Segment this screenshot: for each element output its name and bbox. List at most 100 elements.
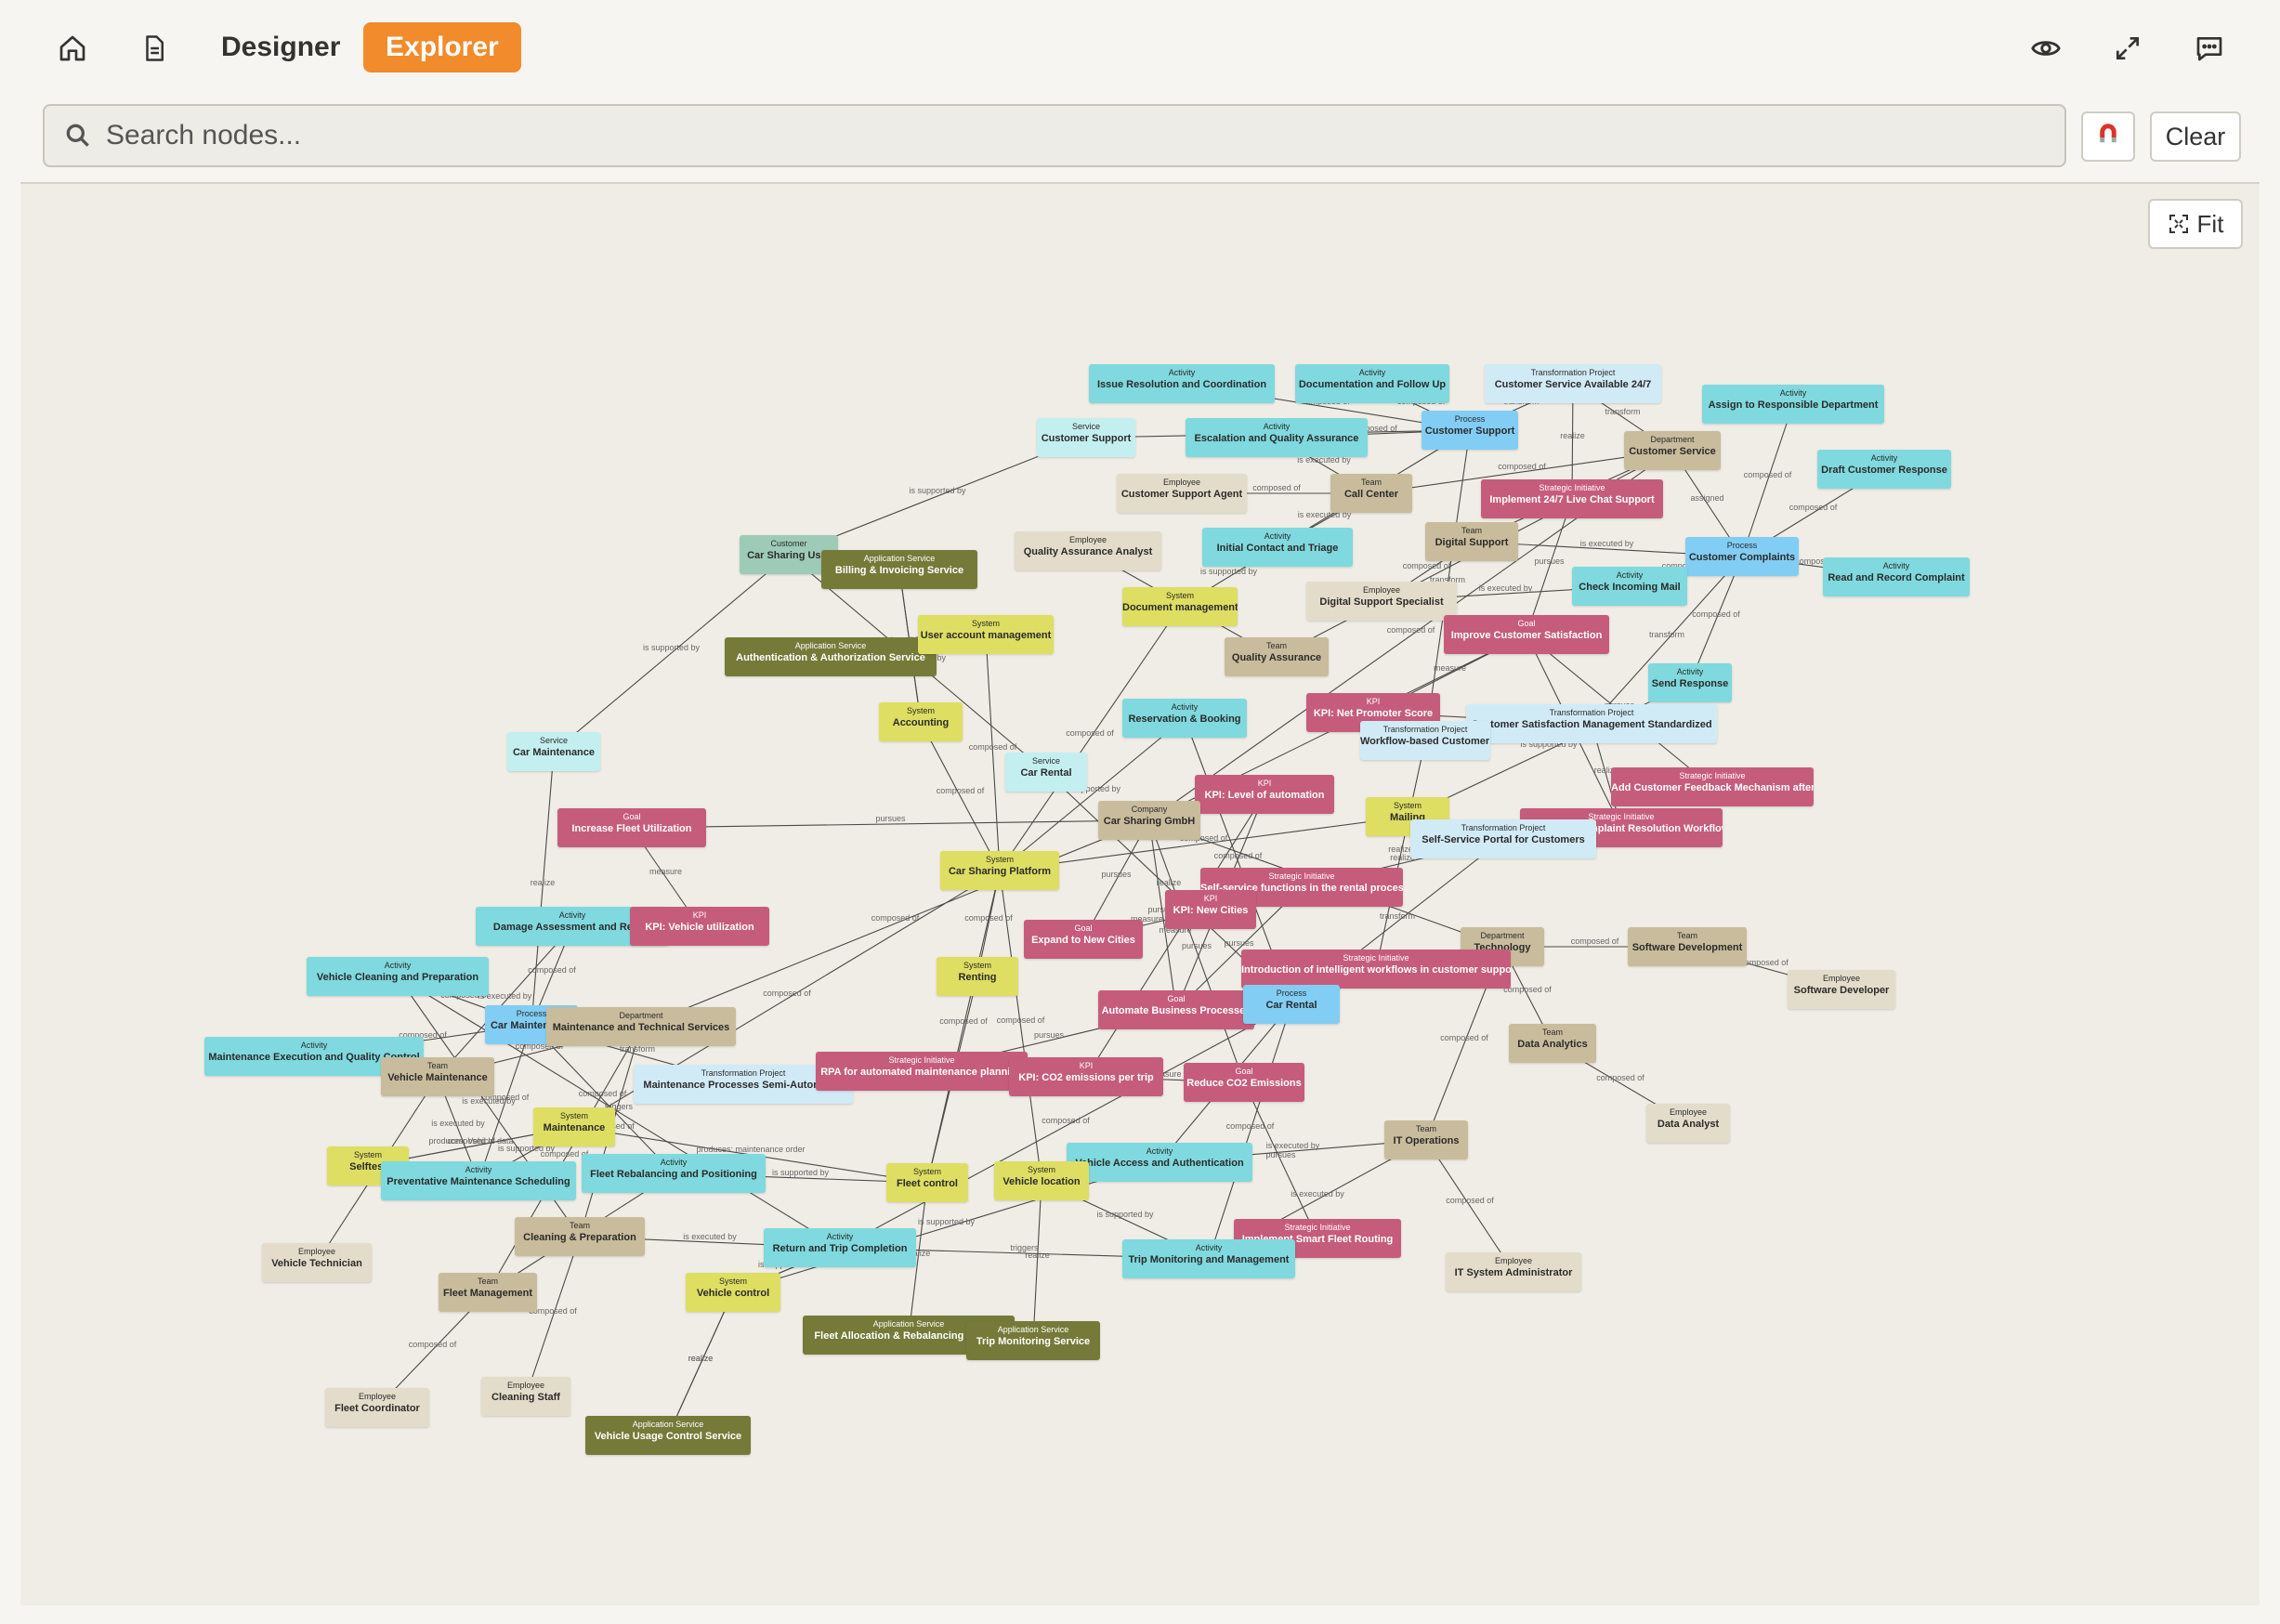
graph-node[interactable]: System Car Sharing Platform bbox=[940, 851, 1059, 890]
graph-node[interactable]: Team Digital Support bbox=[1425, 522, 1518, 561]
graph-node[interactable]: Employee Cleaning Staff bbox=[481, 1377, 570, 1416]
graph-node[interactable]: Process Car Rental bbox=[1243, 985, 1340, 1024]
graph-node[interactable]: Employee Digital Support Specialist bbox=[1306, 582, 1457, 621]
node-label: Initial Contact and Triage bbox=[1216, 543, 1339, 554]
fit-button[interactable]: Fit bbox=[2148, 199, 2243, 249]
search-input[interactable] bbox=[106, 106, 2048, 165]
graph-node[interactable]: Process Customer Support bbox=[1422, 411, 1518, 450]
document-icon bbox=[146, 35, 164, 61]
graph-node[interactable]: Employee Fleet Coordinator bbox=[325, 1388, 429, 1427]
graph-node[interactable]: Transformation Project Workflow-based Cus… bbox=[1360, 721, 1490, 760]
graph-node[interactable]: Service Car Rental bbox=[1005, 753, 1087, 792]
graph-node[interactable]: Activity Documentation and Follow Up bbox=[1295, 364, 1449, 403]
document-button[interactable] bbox=[128, 22, 180, 74]
graph-node[interactable]: System Accounting bbox=[879, 702, 963, 741]
node-type: Team bbox=[1360, 478, 1382, 487]
graph-node[interactable]: Service Customer Support bbox=[1037, 418, 1135, 457]
graph-node[interactable]: Application Service Authentication & Auth… bbox=[725, 637, 937, 676]
node-label: Trip Monitoring and Management bbox=[1128, 1254, 1290, 1265]
graph-node[interactable]: System Vehicle location bbox=[994, 1161, 1089, 1200]
graph-node[interactable]: Team Call Center bbox=[1330, 474, 1412, 513]
graph-node[interactable]: System Vehicle control bbox=[686, 1273, 780, 1312]
edge-label: composed of bbox=[1066, 728, 1114, 738]
home-button[interactable] bbox=[46, 22, 98, 74]
graph-node[interactable]: Activity Send Response bbox=[1648, 663, 1732, 702]
clear-button[interactable]: Clear bbox=[2150, 111, 2241, 162]
graph-node[interactable]: Employee Vehicle Technician bbox=[262, 1243, 372, 1282]
graph-node[interactable]: Goal Increase Fleet Utilization bbox=[557, 808, 706, 847]
node-type: System bbox=[906, 706, 935, 715]
graph-node[interactable]: Employee Data Analyst bbox=[1646, 1104, 1730, 1143]
graph-node[interactable]: Goal Automate Business Processes bbox=[1098, 990, 1254, 1029]
graph-canvas[interactable]: is supported by realize composed of compose… bbox=[20, 182, 2260, 1605]
graph-node[interactable]: Transformation Project Self-Service Porta… bbox=[1410, 819, 1596, 858]
graph-node[interactable]: Activity Fleet Rebalancing and Positionin… bbox=[582, 1154, 766, 1193]
graph-node[interactable]: KPI KPI: New Cities bbox=[1165, 890, 1256, 929]
node-type: Employee bbox=[506, 1381, 545, 1390]
graph-node[interactable]: Activity Read and Record Complaint bbox=[1823, 557, 1970, 596]
graph-node[interactable]: Company Car Sharing GmbH bbox=[1098, 801, 1200, 840]
graph-node[interactable]: System Document management bbox=[1122, 587, 1238, 626]
graph-node[interactable]: Employee Quality Assurance Analyst bbox=[1015, 531, 1161, 570]
graph-node[interactable]: Activity Preventative Maintenance Schedul… bbox=[381, 1161, 576, 1200]
graph-node[interactable]: Service Car Maintenance bbox=[507, 732, 600, 771]
graph-node[interactable]: Goal Improve Customer Satisfaction bbox=[1444, 615, 1609, 654]
graph-node[interactable]: System Renting bbox=[937, 957, 1018, 996]
graph-node[interactable]: Team Data Analytics bbox=[1509, 1024, 1596, 1063]
graph-node[interactable]: Team Software Development bbox=[1628, 927, 1747, 966]
graph-node[interactable]: Team Quality Assurance bbox=[1225, 637, 1329, 676]
fullscreen-button[interactable] bbox=[2102, 22, 2154, 74]
graph-node[interactable]: Strategic Initiative Implement 24/7 Live … bbox=[1481, 479, 1663, 518]
comments-button[interactable] bbox=[2183, 22, 2235, 74]
eye-icon bbox=[2031, 41, 2061, 56]
graph-node[interactable]: Department Customer Service bbox=[1624, 431, 1721, 470]
graph-node[interactable]: Team IT Operations bbox=[1384, 1120, 1468, 1159]
graph-node[interactable]: Team Fleet Management bbox=[439, 1273, 537, 1312]
graph-node[interactable]: Strategic Initiative Introduction of inte… bbox=[1241, 950, 1511, 989]
graph-node[interactable]: Process Customer Complaints bbox=[1685, 537, 1799, 576]
graph-node[interactable]: Application Service Billing & Invoicing S… bbox=[821, 550, 977, 589]
graph-node[interactable]: Employee IT System Administrator bbox=[1446, 1252, 1581, 1291]
graph-node[interactable]: Activity Reservation & Booking bbox=[1122, 699, 1247, 738]
graph-node[interactable]: Activity Escalation and Quality Assurance bbox=[1186, 418, 1368, 457]
graph-node[interactable]: KPI KPI: Level of automation bbox=[1195, 775, 1334, 814]
explorer-tab[interactable]: Explorer bbox=[363, 22, 521, 72]
graph-node[interactable]: Goal Expand to New Cities bbox=[1024, 920, 1143, 959]
graph-node[interactable]: System Fleet control bbox=[886, 1163, 968, 1202]
view-button[interactable] bbox=[2020, 22, 2072, 74]
node-type: Goal bbox=[1235, 1067, 1253, 1076]
graph-node[interactable]: Activity Vehicle Cleaning and Preparation bbox=[307, 957, 489, 996]
designer-tab[interactable]: Designer bbox=[199, 22, 362, 72]
graph-node[interactable]: Activity Draft Customer Response bbox=[1817, 450, 1951, 489]
graph-node[interactable]: Strategic Initiative RPA for automated ma… bbox=[816, 1052, 1028, 1091]
graph-node[interactable]: Team Vehicle Maintenance bbox=[381, 1057, 494, 1096]
graph-node[interactable]: KPI KPI: CO2 emissions per trip bbox=[1009, 1057, 1163, 1096]
graph-node[interactable]: Application Service Trip Monitoring Servi… bbox=[966, 1321, 1100, 1360]
node-type: System bbox=[963, 961, 991, 970]
graph-node[interactable]: Team Cleaning & Preparation bbox=[515, 1217, 645, 1256]
graph-node[interactable]: Transformation Project Customer Satisfact… bbox=[1466, 704, 1717, 743]
graph-node[interactable]: Activity Issue Resolution and Coordinatio… bbox=[1089, 364, 1275, 403]
graph-node[interactable]: Activity Vehicle Access and Authenticatio… bbox=[1067, 1143, 1252, 1182]
graph-node[interactable]: Employee Software Developer bbox=[1788, 970, 1895, 1009]
graph-node[interactable]: Activity Check Incoming Mail bbox=[1572, 567, 1687, 606]
edge-label: composed of bbox=[1692, 609, 1740, 619]
graph-node[interactable]: Activity Return and Trip Completion bbox=[764, 1228, 916, 1267]
graph-node[interactable]: Application Service Vehicle Usage Control… bbox=[585, 1416, 751, 1455]
node-type: Strategic Initiative bbox=[1284, 1223, 1351, 1232]
node-type: Activity bbox=[1168, 368, 1196, 377]
graph-node[interactable]: Activity Trip Monitoring and Management bbox=[1122, 1239, 1295, 1278]
magnet-button[interactable] bbox=[2081, 111, 2135, 162]
graph-node[interactable]: System Maintenance bbox=[533, 1107, 615, 1146]
graph-node[interactable]: Activity Initial Contact and Triage bbox=[1202, 528, 1353, 567]
graph-node[interactable]: Goal Reduce CO2 Emissions bbox=[1184, 1063, 1304, 1102]
node-label: Car Sharing Platform bbox=[948, 866, 1052, 877]
graph-node[interactable]: Strategic Initiative Add Customer Feedbac… bbox=[1611, 767, 1814, 806]
graph-node[interactable]: Transformation Project Customer Service A… bbox=[1485, 364, 1661, 403]
graph-node[interactable]: System User account management bbox=[918, 615, 1054, 654]
graph-node[interactable]: Activity Assign to Responsible Department bbox=[1702, 385, 1884, 424]
graph-node[interactable]: KPI KPI: Vehicle utilization bbox=[630, 907, 769, 946]
graph-node[interactable]: Employee Customer Support Agent bbox=[1117, 474, 1247, 513]
graph-node[interactable]: Department Maintenance and Technical Serv… bbox=[546, 1007, 736, 1046]
edge-label: pursues bbox=[1101, 870, 1132, 879]
